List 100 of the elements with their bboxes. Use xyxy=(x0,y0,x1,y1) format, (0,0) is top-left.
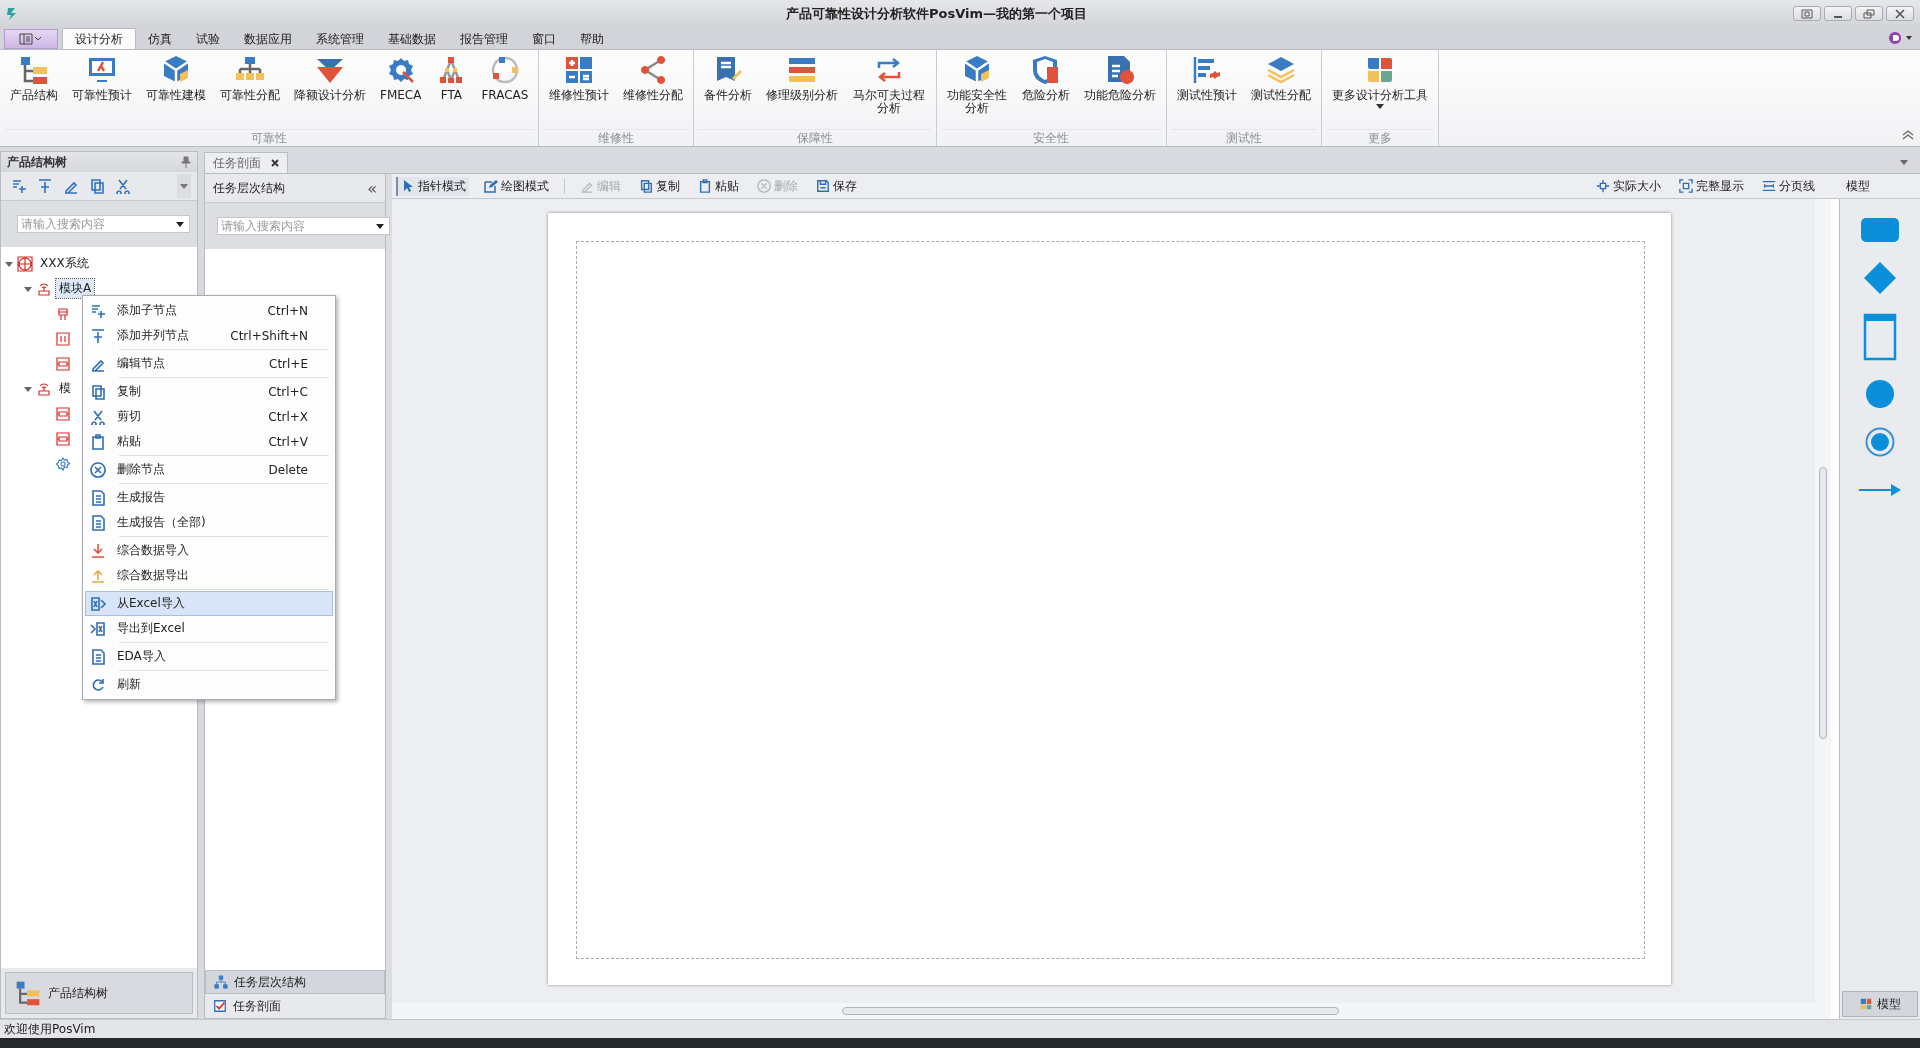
expand-arrow-icon[interactable] xyxy=(5,259,13,268)
ribbon-button[interactable]: 测试性预计 xyxy=(1170,54,1243,102)
menu-item[interactable]: 生成报告 xyxy=(85,485,333,510)
ribbon-tab[interactable]: 仿真 xyxy=(136,29,184,49)
view-button[interactable]: 实际大小 xyxy=(1593,176,1664,196)
mode-button[interactable]: 指针模式 xyxy=(396,176,469,196)
document-icon xyxy=(90,648,106,665)
caret-icon[interactable] xyxy=(1900,160,1908,165)
scissors-icon[interactable] xyxy=(115,178,131,194)
rounded-rectangle-shape[interactable] xyxy=(1860,217,1900,243)
ribbon-button[interactable]: 更多设计分析工具 xyxy=(1325,54,1434,109)
expand-arrow-icon[interactable] xyxy=(24,384,32,393)
ribbon-button[interactable]: 可靠性预计 xyxy=(66,54,138,102)
menu-item[interactable]: 编辑节点 Ctrl+E xyxy=(85,351,333,376)
document-icon xyxy=(90,514,106,531)
pin-icon[interactable] xyxy=(181,156,191,168)
mode-button[interactable]: 绘图模式 xyxy=(481,176,552,196)
diamond-shape[interactable] xyxy=(1863,261,1897,295)
menu-item[interactable]: 刷新 xyxy=(85,672,333,697)
search-field[interactable]: 请输入搜索内容 xyxy=(17,215,190,233)
caret-icon xyxy=(1375,104,1384,109)
toolbar-button[interactable]: 粘贴 xyxy=(695,176,742,196)
ribbon-button[interactable]: 产品结构 xyxy=(4,54,64,102)
menu-item[interactable]: 粘贴 Ctrl+V xyxy=(85,429,333,454)
ribbon-button[interactable]: FMECA xyxy=(374,54,428,102)
style-icon[interactable] xyxy=(1888,31,1914,45)
ribbon-tab[interactable]: 基础数据 xyxy=(376,29,448,49)
ribbon-tab[interactable]: 试验 xyxy=(184,29,232,49)
menu-item[interactable]: 导出到Excel xyxy=(85,616,333,641)
refresh-icon xyxy=(90,676,106,693)
ribbon-button[interactable]: 维修性预计 xyxy=(543,54,616,102)
ribbon-button[interactable]: 马尔可夫过程分析 xyxy=(846,54,932,115)
collapse-button[interactable]: « xyxy=(367,178,377,198)
copy-icon[interactable] xyxy=(89,178,105,194)
horizontal-scrollbar[interactable] xyxy=(392,1003,1815,1019)
search-field[interactable]: 请输入搜索内容 xyxy=(217,217,390,235)
restore-button[interactable] xyxy=(1855,6,1883,21)
view-button[interactable]: 完整显示 xyxy=(1676,176,1747,196)
close-button[interactable] xyxy=(1886,6,1914,21)
ribbon-tab[interactable]: 设计分析 xyxy=(62,28,136,49)
palette-title: 模型 xyxy=(1846,177,1870,195)
ribbon-button[interactable]: 维修性分配 xyxy=(617,54,690,102)
ribbon-button[interactable]: 修理级别分析 xyxy=(760,54,845,102)
toolbar-button[interactable]: 保存 xyxy=(813,176,860,196)
arrow-shape[interactable] xyxy=(1858,483,1902,497)
collapse-ribbon-icon[interactable] xyxy=(1902,130,1914,140)
ribbon-button[interactable]: 功能安全性分析 xyxy=(940,54,1014,115)
menu-item[interactable]: 从Excel导入 xyxy=(85,591,333,616)
ribbon-button[interactable]: FTA xyxy=(429,54,474,102)
expand-arrow-icon[interactable] xyxy=(24,284,32,293)
menu-item[interactable]: 剪切 Ctrl+X xyxy=(85,404,333,429)
navigation-item[interactable]: 任务剖面 xyxy=(205,994,385,1018)
menu-item[interactable]: 添加子节点 Ctrl+N xyxy=(85,298,333,323)
add-sibling-icon xyxy=(90,327,106,344)
toolbar-overflow-button[interactable] xyxy=(177,174,191,198)
palette-tab-button[interactable]: 模型 xyxy=(1842,991,1918,1017)
tree-item[interactable]: XXX系统 xyxy=(37,254,92,273)
panel-switch-button[interactable]: 产品结构树 xyxy=(5,972,193,1014)
menu-item[interactable]: 删除节点 Delete xyxy=(85,457,333,482)
ribbon-tab[interactable]: 报告管理 xyxy=(448,29,520,49)
ribbon-button[interactable]: FRACAS xyxy=(475,54,535,102)
vertical-scrollbar[interactable] xyxy=(1815,199,1831,1019)
ribbon-tab[interactable]: 窗口 xyxy=(520,29,568,49)
view-button[interactable]: 分页线 xyxy=(1759,176,1818,196)
gear-icon xyxy=(55,455,71,472)
menu-item[interactable]: 复制 Ctrl+C xyxy=(85,379,333,404)
menu-item[interactable]: EDA导入 xyxy=(85,644,333,669)
ribbon-button[interactable]: 备件分析 xyxy=(698,54,759,102)
ribbon-button[interactable]: 功能危险分析 xyxy=(1077,54,1162,102)
ribbon-button[interactable]: 降额设计分析 xyxy=(288,54,372,102)
tree-item[interactable]: 模 xyxy=(56,379,74,398)
document-tab[interactable]: 任务剖面 xyxy=(204,152,288,173)
menu-item[interactable]: 添加并列节点 Ctrl+Shift+N xyxy=(85,323,333,348)
ribbon-tab[interactable]: 数据应用 xyxy=(232,29,304,49)
dropdown-caret-icon[interactable] xyxy=(176,222,184,227)
add-child-icon[interactable] xyxy=(11,178,27,194)
navigation-item[interactable]: 任务层次结构 xyxy=(205,970,385,994)
ribbon-button[interactable]: 危险分析 xyxy=(1015,54,1076,102)
circle-shape[interactable] xyxy=(1865,379,1895,409)
ribbon-tab[interactable]: 帮助 xyxy=(568,29,616,49)
close-icon[interactable] xyxy=(271,159,279,167)
tree-structure-icon xyxy=(18,54,50,86)
ribbon-button[interactable]: 可靠性建模 xyxy=(140,54,212,102)
ribbon-button[interactable]: 测试性分配 xyxy=(1244,54,1317,102)
upload-icon xyxy=(90,567,106,584)
frame-shape[interactable] xyxy=(1863,313,1897,361)
add-sibling-icon[interactable] xyxy=(37,178,53,194)
menu-item[interactable]: 生成报告（全部) xyxy=(85,510,333,535)
menu-item[interactable]: 综合数据导出 xyxy=(85,563,333,588)
minimize-button[interactable] xyxy=(1824,6,1852,21)
double-circle-shape[interactable] xyxy=(1865,427,1895,457)
toolbar-button[interactable]: 复制 xyxy=(636,176,683,196)
window-title: 产品可靠性设计分析软件PosVim—我的第一个项目 xyxy=(786,4,1087,23)
ribbon-button[interactable]: 可靠性分配 xyxy=(214,54,286,102)
dropdown-caret-icon[interactable] xyxy=(376,224,384,229)
menu-item[interactable]: 综合数据导入 xyxy=(85,538,333,563)
spreadsheet-export-icon xyxy=(90,620,106,637)
tree-item[interactable]: 模块A xyxy=(56,279,95,298)
app-menu-button[interactable] xyxy=(4,29,58,49)
ribbon-tab[interactable]: 系统管理 xyxy=(304,29,376,49)
